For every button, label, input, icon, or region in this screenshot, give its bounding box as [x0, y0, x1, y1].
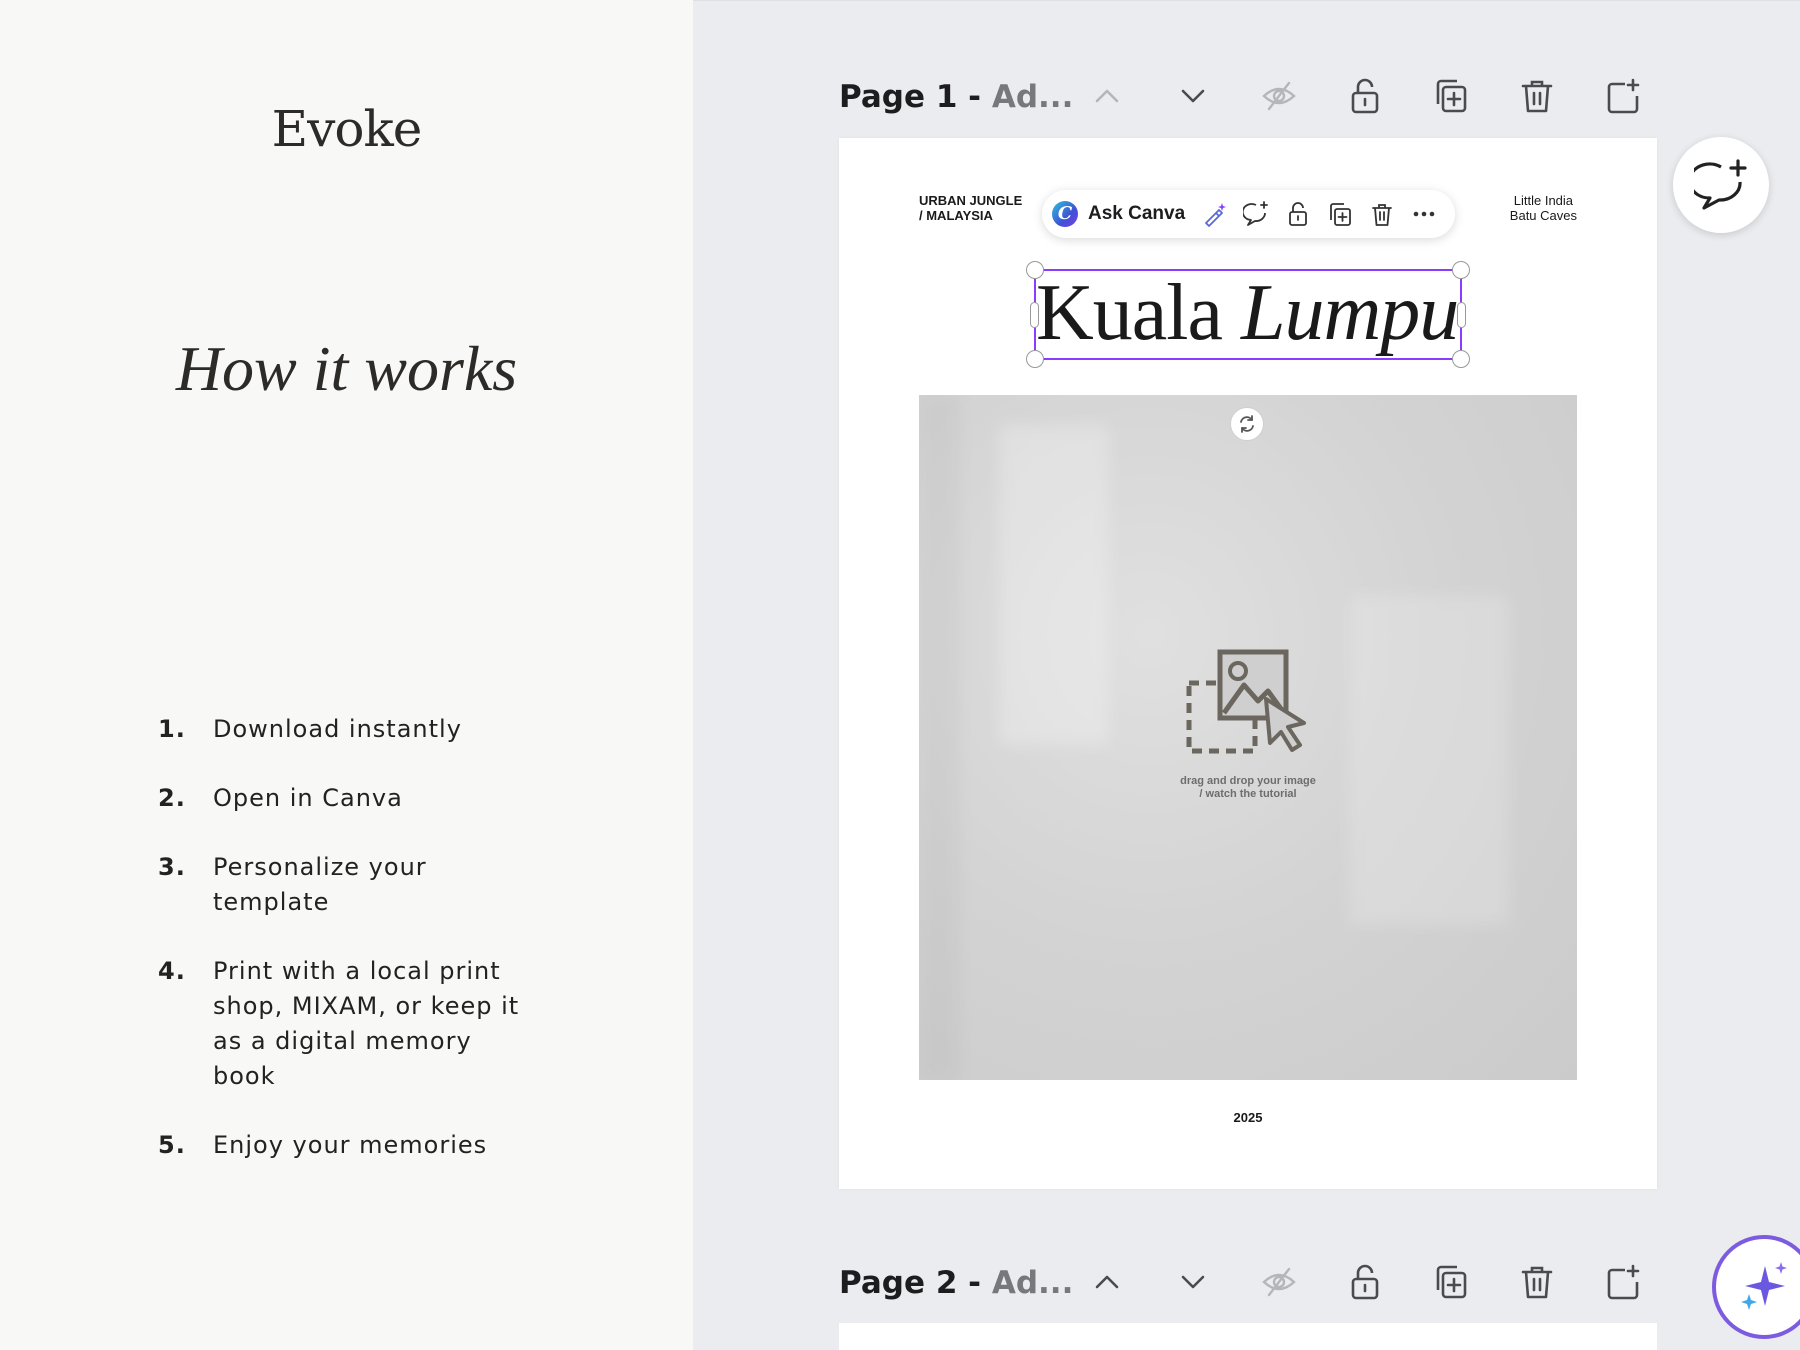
delete-page-button[interactable]	[1510, 1255, 1564, 1309]
page-2-header: Page 2 - Ad...	[839, 1249, 1669, 1319]
step-number: 3.	[158, 853, 186, 881]
eye-hidden-icon	[1262, 81, 1296, 111]
trash-icon	[1372, 204, 1392, 226]
comment-add-icon	[1243, 201, 1268, 226]
move-page-up-button[interactable]	[1080, 69, 1134, 123]
chevron-down-icon	[1181, 89, 1205, 103]
page-1-title[interactable]: Page 1 - Ad...	[839, 79, 1073, 115]
resize-handle-top-right[interactable]	[1452, 261, 1470, 279]
lock-page-button[interactable]	[1338, 69, 1392, 123]
more-icon	[1413, 211, 1435, 217]
comment-add-icon	[1694, 159, 1747, 210]
canva-logo-icon[interactable]: C	[1052, 201, 1078, 227]
page-title-placeholder: Ad...	[991, 79, 1074, 115]
delete-element-button[interactable]	[1367, 199, 1397, 229]
page-1-header: Page 1 - Ad...	[839, 63, 1669, 133]
lock-icon	[1351, 1264, 1379, 1300]
trash-icon	[1521, 80, 1553, 113]
rotate-button[interactable]	[1230, 407, 1264, 441]
magic-assistant-button[interactable]	[1712, 1235, 1800, 1339]
steps-list: 1. Download instantly 2. Open in Canva 3. P…	[158, 712, 538, 1197]
step-number: 2.	[158, 784, 186, 812]
page-title-placeholder: Ad...	[991, 1265, 1074, 1301]
chevron-down-icon	[1181, 1275, 1205, 1289]
move-page-down-button[interactable]	[1166, 1255, 1220, 1309]
hide-page-button[interactable]	[1252, 69, 1306, 123]
step-item: 5. Enjoy your memories	[158, 1128, 538, 1163]
year-label[interactable]: 2025	[839, 1110, 1657, 1125]
duplicate-element-button[interactable]	[1325, 199, 1355, 229]
page-number-label: Page 2 -	[839, 1265, 992, 1301]
duplicate-icon	[1436, 79, 1467, 113]
city-title[interactable]: Kuala Lumpur	[1036, 269, 1460, 356]
step-text: Download instantly	[213, 715, 462, 743]
step-number: 4.	[158, 957, 186, 985]
element-context-toolbar: C Ask Canva	[1042, 190, 1455, 238]
placeholder-instructions: drag and drop your image / watch the tut…	[1180, 775, 1316, 800]
location-tag-right[interactable]: Little India Batu Caves	[1510, 193, 1577, 223]
lock-icon	[1351, 78, 1379, 114]
chevron-up-icon	[1095, 89, 1119, 103]
rotate-icon	[1240, 415, 1254, 433]
magic-edit-button[interactable]	[1199, 199, 1229, 229]
image-placeholder-frame[interactable]: drag and drop your image / watch the tut…	[919, 395, 1577, 1080]
step-item: 1. Download instantly	[158, 712, 538, 747]
step-text: Print with a local print shop, MIXAM, or…	[213, 957, 520, 1090]
drag-drop-image-icon	[1186, 649, 1306, 754]
add-page-button[interactable]	[1596, 1255, 1650, 1309]
ask-canva-button[interactable]: Ask Canva	[1088, 203, 1185, 225]
lock-icon	[1289, 202, 1307, 226]
resize-handle-bottom-right[interactable]	[1452, 350, 1470, 368]
move-page-down-button[interactable]	[1166, 69, 1220, 123]
page-2-canvas[interactable]	[839, 1323, 1657, 1350]
lock-element-button[interactable]	[1283, 199, 1313, 229]
info-panel: Evoke How it works 1. Download instantly …	[0, 0, 693, 1350]
step-number: 5.	[158, 1131, 186, 1159]
step-number: 1.	[158, 715, 186, 743]
trash-icon	[1521, 1266, 1553, 1299]
resize-handle-bottom-left[interactable]	[1026, 350, 1044, 368]
duplicate-icon	[1436, 1265, 1467, 1299]
step-item: 3. Personalize your template	[158, 850, 538, 920]
step-item: 2. Open in Canva	[158, 781, 538, 816]
add-comment-button[interactable]	[1241, 199, 1271, 229]
step-item: 4. Print with a local print shop, MIXAM, …	[158, 954, 538, 1094]
add-page-icon	[1607, 78, 1640, 114]
resize-handle-right[interactable]	[1457, 302, 1466, 328]
selected-title-textbox[interactable]: Kuala Lumpur	[1026, 261, 1470, 368]
page-number-label: Page 1 -	[839, 79, 992, 115]
move-page-up-button[interactable]	[1080, 1255, 1134, 1309]
more-options-button[interactable]	[1409, 199, 1439, 229]
section-title: How it works	[175, 333, 518, 404]
location-tag-left[interactable]: URBAN JUNGLE / MALAYSIA	[919, 193, 1022, 223]
page-2-title[interactable]: Page 2 - Ad...	[839, 1265, 1073, 1301]
chevron-up-icon	[1095, 1275, 1119, 1289]
add-page-button[interactable]	[1596, 69, 1650, 123]
add-comment-fab[interactable]	[1673, 137, 1769, 233]
delete-page-button[interactable]	[1510, 69, 1564, 123]
add-page-icon	[1607, 1264, 1640, 1300]
step-text: Open in Canva	[213, 784, 403, 812]
eye-hidden-icon	[1262, 1267, 1296, 1297]
resize-handle-top-left[interactable]	[1026, 261, 1044, 279]
brand-logo: Evoke	[271, 100, 423, 158]
step-text: Enjoy your memories	[213, 1131, 488, 1159]
duplicate-page-button[interactable]	[1424, 69, 1478, 123]
sparkles-icon	[1741, 1262, 1787, 1310]
canva-editor: Page 1 - Ad... URBAN JUNGLE / MALAYSIA L…	[693, 0, 1800, 1350]
step-text: Personalize your template	[213, 853, 427, 916]
hide-page-button[interactable]	[1252, 1255, 1306, 1309]
page-1-canvas[interactable]: URBAN JUNGLE / MALAYSIA Little India Bat…	[839, 138, 1657, 1189]
duplicate-page-button[interactable]	[1424, 1255, 1478, 1309]
duplicate-icon	[1330, 203, 1351, 226]
resize-handle-left[interactable]	[1030, 302, 1039, 328]
lock-page-button[interactable]	[1338, 1255, 1392, 1309]
magic-edit-icon	[1205, 203, 1226, 227]
